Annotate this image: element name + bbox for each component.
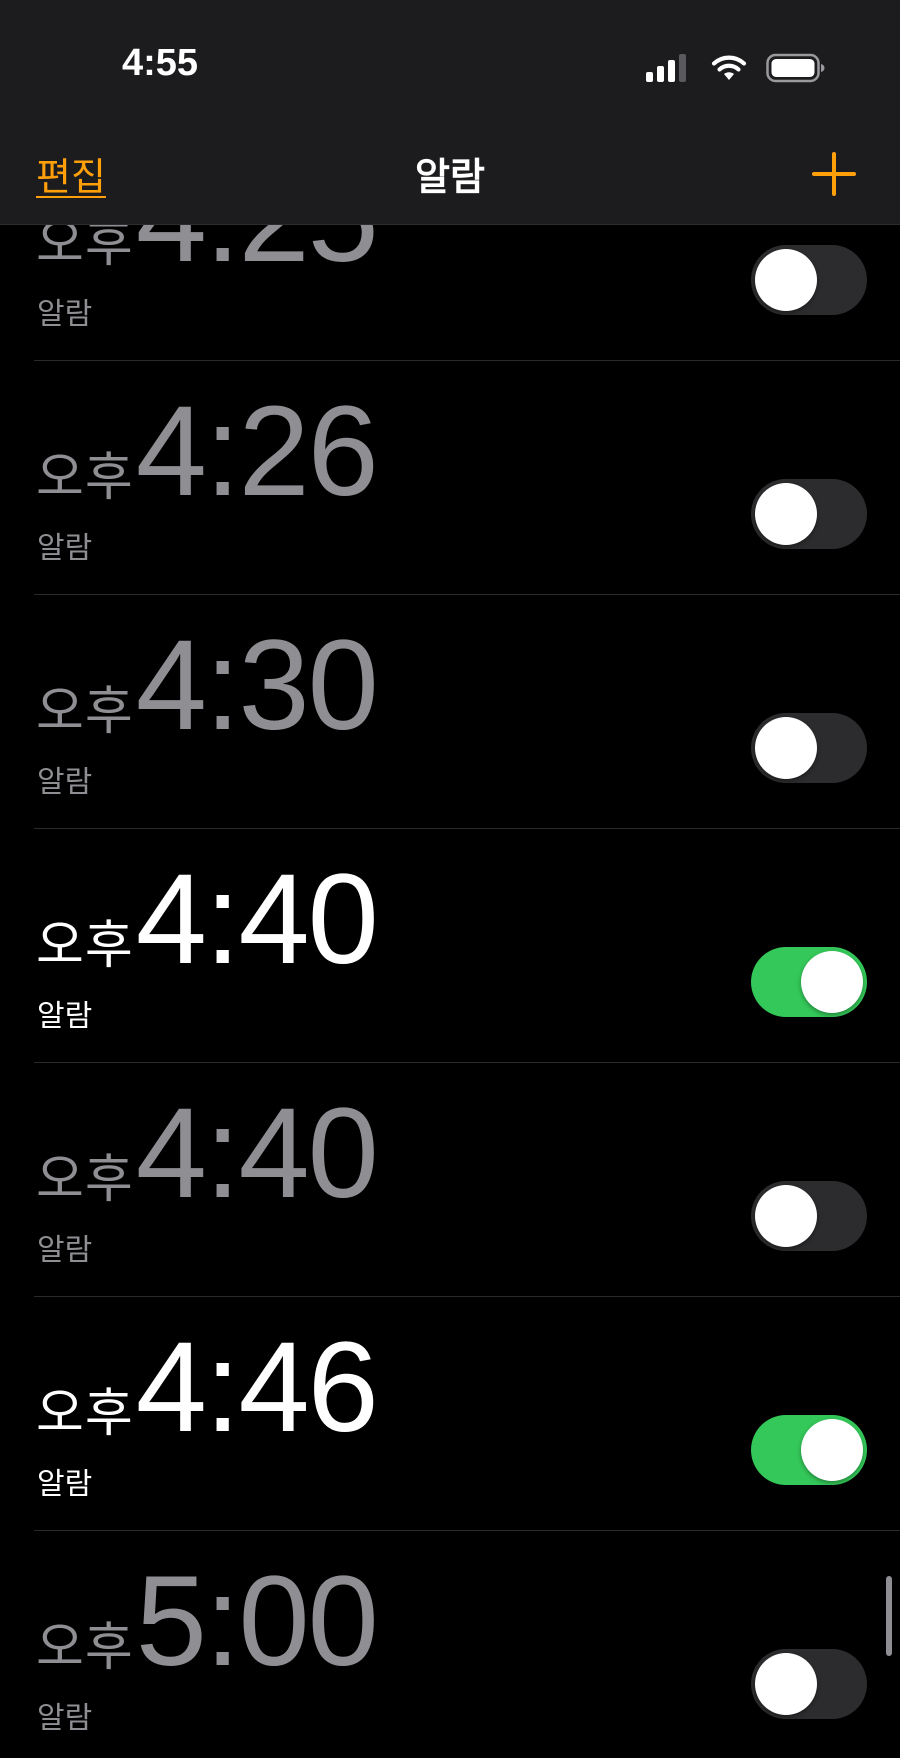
toggle-knob [755,249,817,311]
scroll-indicator[interactable] [886,1576,892,1656]
alarm-period: 오후 [36,1384,134,1444]
alarm-clock: 4:40 [135,1082,379,1225]
alarm-time: 오후4:40 [36,848,379,991]
wifi-icon [711,55,747,80]
alarm-toggle[interactable] [751,245,867,315]
alarm-row[interactable]: 오후4:40 알람 [0,1063,900,1297]
alarm-row[interactable]: 오후5:00 알람 [0,1531,900,1758]
plus-icon[interactable] [812,152,856,196]
page-title: 알람 [415,155,485,199]
alarm-clock: 4:30 [135,614,379,757]
alarm-time: 오후4:46 [36,1316,379,1459]
toggle-knob [801,1419,863,1481]
toggle-knob [755,1185,817,1247]
alarm-label: 알람 [37,1233,93,1268]
toggle-knob [755,483,817,545]
alarm-label: 알람 [37,1467,93,1502]
alarm-toggle[interactable] [751,1415,867,1485]
header: 4:55 편집 알람 [0,0,900,225]
alarm-label: 알람 [37,531,93,566]
status-icons [646,50,826,84]
alarm-time: 오후4:40 [36,1082,379,1225]
alarm-row[interactable]: 오후4:26 알람 [0,361,900,595]
alarm-toggle[interactable] [751,713,867,783]
alarm-toggle[interactable] [751,947,867,1017]
alarm-period: 오후 [36,1150,134,1210]
alarm-period: 오후 [36,682,134,742]
alarm-clock: 4:46 [135,1316,379,1459]
alarm-time: 오후4:30 [36,614,379,757]
alarm-clock: 4:40 [135,848,379,991]
alarm-time: 오후5:00 [36,1550,379,1693]
cellular-signal-icon [646,52,690,82]
alarm-label: 알람 [37,297,93,332]
alarm-toggle[interactable] [751,1181,867,1251]
alarm-label: 알람 [37,1701,93,1736]
alarm-toggle[interactable] [751,1649,867,1719]
alarm-time: 오후4:26 [36,380,379,523]
alarm-list[interactable]: 오후4:25 알람 오후4:26 알람 오후4:30 알람 오후4:40 알람 … [0,0,900,1758]
alarm-row[interactable]: 오후4:40 알람 [0,829,900,1063]
alarm-period: 오후 [36,448,134,508]
alarm-label: 알람 [37,999,93,1034]
alarm-row[interactable]: 오후4:46 알람 [0,1297,900,1531]
alarm-period: 오후 [36,916,134,976]
status-time: 4:55 [122,42,199,84]
alarm-toggle[interactable] [751,479,867,549]
toggle-knob [755,1653,817,1715]
battery-icon [766,53,825,83]
alarm-clock: 5:00 [135,1550,379,1693]
alarm-label: 알람 [37,765,93,800]
alarm-period: 오후 [36,1618,134,1678]
toggle-knob [801,951,863,1013]
alarm-row[interactable]: 오후4:30 알람 [0,595,900,829]
alarm-clock: 4:26 [135,380,379,523]
toggle-knob [755,717,817,779]
